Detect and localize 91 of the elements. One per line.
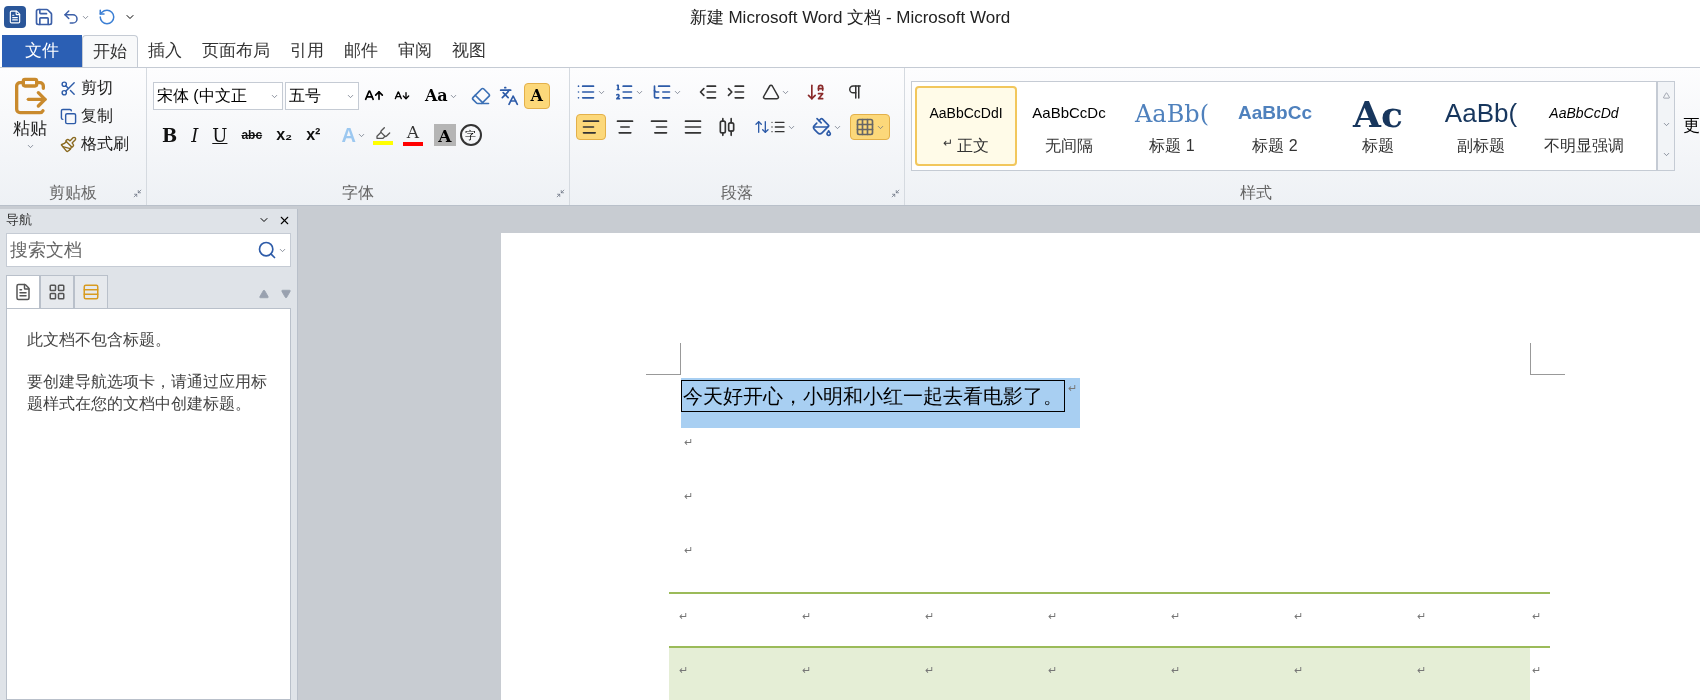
paragraph-mark: ↵ [683,489,694,504]
cell-mark: ↵ [1416,609,1427,624]
ribbon-tab[interactable]: 视图 [442,35,496,68]
cell-mark: ↵ [924,663,935,678]
pane-message: 要创建导航选项卡，请通过应用标题样式在您的文档中创建标题。 [27,372,268,414]
ribbon-tab[interactable]: 邮件 [334,35,388,68]
underline-button[interactable]: U [207,122,233,149]
style-item[interactable]: AaBbCcDc 无间隔 [1018,85,1120,166]
redo-icon[interactable] [98,8,116,27]
document-text: 今天好开心，小明和小红一起去看电影了。 [681,380,1065,412]
group-label: 字体 [341,183,374,203]
cell-mark: ↵ [801,663,812,678]
style-item[interactable]: AaBbCcDd 不明显强调 [1533,85,1635,166]
cell-mark: ↵ [1293,663,1304,678]
dialog-launcher-icon[interactable] [556,188,566,198]
cell-mark: ↵ [1293,609,1304,624]
style-item[interactable]: AaBbCc 标题 2 [1224,85,1326,166]
copy-icon [60,107,77,125]
font-name-field[interactable]: 宋体 (中文正 [152,82,283,111]
sub-button[interactable]: x₂ [271,122,298,149]
undo-icon[interactable] [62,8,90,27]
align-icon [717,117,738,138]
style-item[interactable]: AaBb( 副标题 [1430,85,1532,166]
shading-icon[interactable] [812,117,843,138]
numbering-icon[interactable] [614,82,645,103]
window-title: 新建 Microsoft Word 文档 - Microsoft Word [689,6,1011,29]
font-color-button[interactable]: A [399,124,426,147]
cell-mark: ↵ [1416,663,1427,678]
group-label: 样式 [1239,183,1272,203]
bold-button[interactable]: B [156,122,183,149]
cut-button[interactable]: 剪切 [60,76,129,101]
character-shading-button[interactable]: A [433,124,456,147]
strike-button[interactable]: abc [236,122,268,149]
caret-icon[interactable] [81,13,90,22]
italic-button[interactable]: I [186,122,204,149]
copy-button[interactable]: 复制 [60,104,129,129]
pane-title: 导航 [6,211,32,230]
sup-button[interactable]: x² [301,122,326,149]
font-size-field[interactable]: 五号 [284,82,359,111]
cell-mark: ↵ [1047,663,1058,678]
borders-icon [855,117,876,138]
highlighter-icon [374,125,391,142]
change-case-button[interactable]: Aa [424,84,458,109]
align-button[interactable] [576,114,607,141]
ribbon-tab[interactable]: 插入 [138,35,192,68]
pane-message: 此文档不包含标题。 [27,330,172,350]
save-icon[interactable] [34,7,54,28]
navigation-view-tab[interactable] [6,275,40,309]
borders-button[interactable] [850,114,891,141]
group-label: 剪贴板 [48,183,97,203]
cell-mark: ↵ [1047,609,1058,624]
search-field[interactable]: 搜索文档 [6,233,291,267]
style-item[interactable]: AaBb( 标题 1 [1121,85,1223,166]
style-item[interactable]: Ac 标题 [1327,85,1429,166]
ribbon-tab[interactable]: 引用 [280,35,334,68]
cell-mark: ↵ [924,609,935,624]
ribbon-tab[interactable]: 开始 [82,35,138,68]
cell-mark: ↵ [678,663,689,678]
grid-icon [48,283,66,301]
ribbon-tab[interactable]: 页面布局 [192,35,280,68]
dialog-launcher-icon[interactable] [132,188,142,198]
cell-mark: ↵ [1170,609,1181,624]
crop-mark [1530,343,1565,375]
scissors-icon [60,79,77,97]
word-logo-icon [4,6,26,29]
row-end-mark: ↵ [1531,609,1542,624]
paste-button[interactable]: 粘贴 [4,76,56,181]
group-label: 段落 [721,183,753,203]
paragraph-mark: ↵ [683,435,694,450]
change-styles-label[interactable]: 更 [1683,112,1700,139]
cell-mark: ↵ [678,609,689,624]
format-painter-button[interactable]: 格式刷 [60,132,129,157]
navigation-view-tab[interactable] [40,275,74,309]
paragraph-mark: ↵ [683,543,694,558]
style-item[interactable]: AaBbCcDdI ↵ 正文 [915,85,1017,166]
row-end-mark: ↵ [1531,663,1542,678]
search-icon[interactable] [257,240,277,260]
cell-mark: ↵ [1170,663,1181,678]
file-tab[interactable]: 文件 [2,35,82,68]
crop-mark [646,343,681,375]
dialog-launcher-icon[interactable] [891,188,900,198]
enclose-characters-button[interactable]: 字 [459,124,482,147]
document-icon [14,283,32,301]
brush-icon [60,135,77,153]
ribbon-tab[interactable]: 审阅 [388,35,442,68]
paragraph-mark: ↵ [1067,381,1078,396]
sort-icon[interactable] [806,82,827,103]
rows-icon [82,283,100,301]
cell-mark: ↵ [801,609,812,624]
character-border-button[interactable]: A [523,83,550,110]
line-spacing-icon[interactable] [754,119,771,136]
